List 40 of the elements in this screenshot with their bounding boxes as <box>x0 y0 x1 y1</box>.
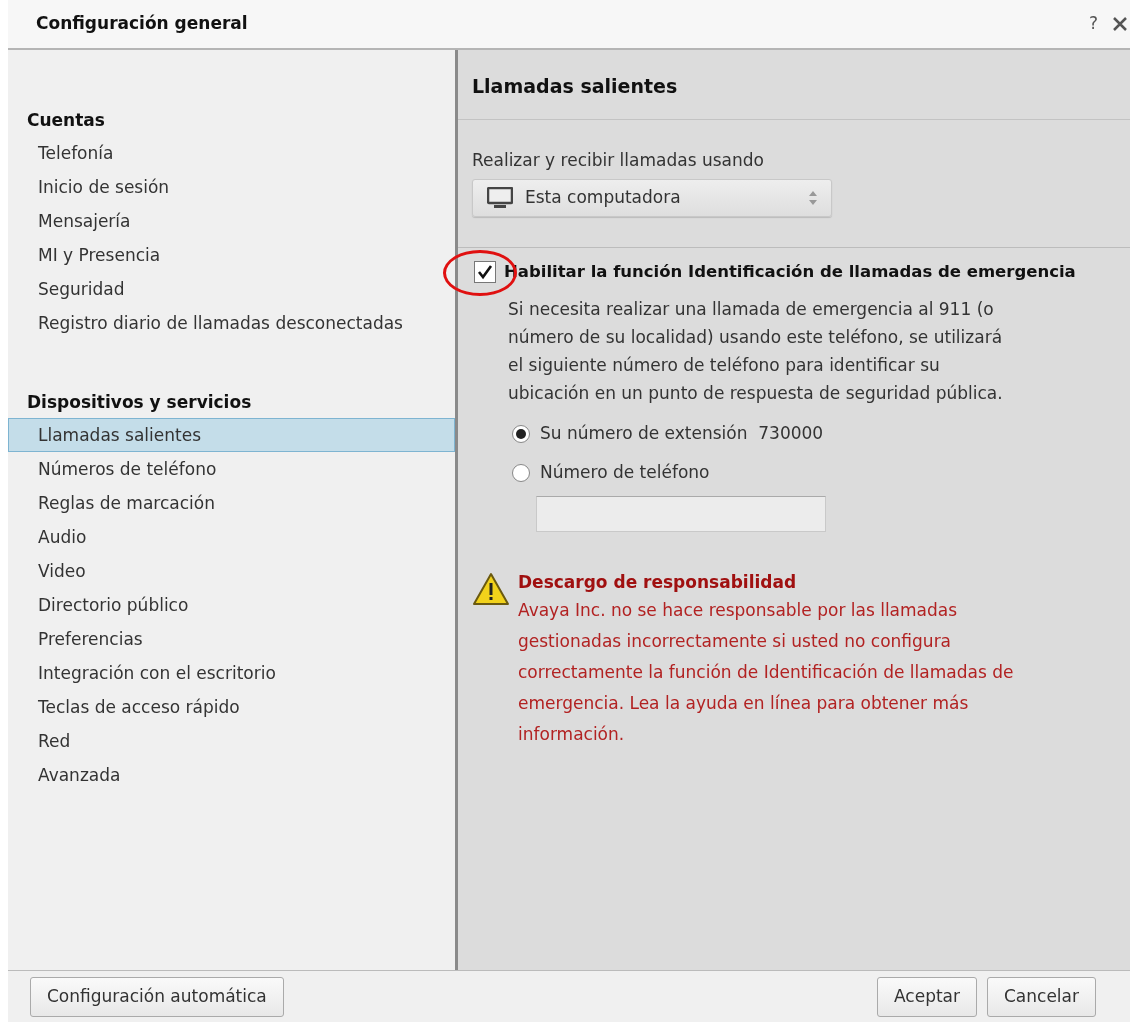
sidebar-item[interactable]: Registro diario de llamadas desconectadas <box>8 306 455 340</box>
accept-button[interactable]: Aceptar <box>877 976 977 1017</box>
sidebar-item[interactable]: Telefonía <box>8 136 455 170</box>
radio-button[interactable] <box>512 464 530 482</box>
sidebar-item[interactable]: Mensajería <box>8 204 455 238</box>
disclaimer-text: Avaya Inc. no se hace responsable por las llamadas gestionadas incorrectamente si usted no configura correctamente la función de Identificación de llamadas de emergencia. Lea la ayuda en línea para obtener más información. <box>518 599 1015 747</box>
description-text: Si necesita realizar una llamada de emergencia al 911 (o número de su localidad) usando este teléfono, se utilizará el siguiente número de teléfono para identificar su ubicación en un punto de respuesta de seguridad pública. <box>507 297 1004 405</box>
sidebar-item[interactable]: Inicio de sesión <box>8 170 455 204</box>
cancel-button[interactable]: Cancelar <box>987 976 1096 1017</box>
sidebar-item[interactable]: MI y Presencia <box>8 238 455 272</box>
close-icon[interactable] <box>1112 16 1128 32</box>
radio-button[interactable] <box>512 424 530 443</box>
sidebar-item[interactable]: Video <box>8 554 455 588</box>
sidebar-item[interactable]: Avanzada <box>8 758 455 792</box>
warning-icon <box>472 571 510 606</box>
radio-label: Número de teléfono <box>540 461 710 485</box>
section-heading: Dispositivos y servicios <box>26 391 253 414</box>
window-title: Configuración general <box>36 12 248 36</box>
sidebar-item[interactable]: Reglas de marcación <box>8 486 455 520</box>
auto-config-button[interactable]: Configuración automática <box>30 976 284 1017</box>
spinner-arrows-icon <box>809 191 817 205</box>
sidebar-item[interactable]: Integración con el escritorio <box>8 656 455 690</box>
phone-number-field[interactable] <box>536 495 826 532</box>
sidebar-item[interactable]: Audio <box>8 520 455 554</box>
panel-title: Llamadas salientes <box>458 72 1130 120</box>
section-heading: Cuentas <box>26 109 106 132</box>
sidebar-item[interactable]: Teclas de acceso rápido <box>8 690 455 724</box>
help-button[interactable]: ? <box>1088 11 1098 37</box>
sidebar-item[interactable]: Directorio público <box>8 588 455 622</box>
monitor-icon <box>487 187 513 209</box>
sidebar-item[interactable]: Llamadas salientes <box>8 418 455 452</box>
field-label: Realizar y recibir llamadas usando <box>471 148 765 172</box>
sidebar-item[interactable]: Red <box>8 724 455 758</box>
disclaimer-title: Descargo de responsabilidad <box>518 570 798 594</box>
checkbox[interactable] <box>474 261 496 284</box>
radio-label: Su número de extensión 730000 <box>540 421 824 445</box>
device-dropdown[interactable]: Esta computadora <box>472 179 832 217</box>
sidebar-item[interactable]: Seguridad <box>8 272 455 306</box>
sidebar-item[interactable]: Números de teléfono <box>8 452 455 486</box>
sidebar-item[interactable]: Preferencias <box>8 622 455 656</box>
